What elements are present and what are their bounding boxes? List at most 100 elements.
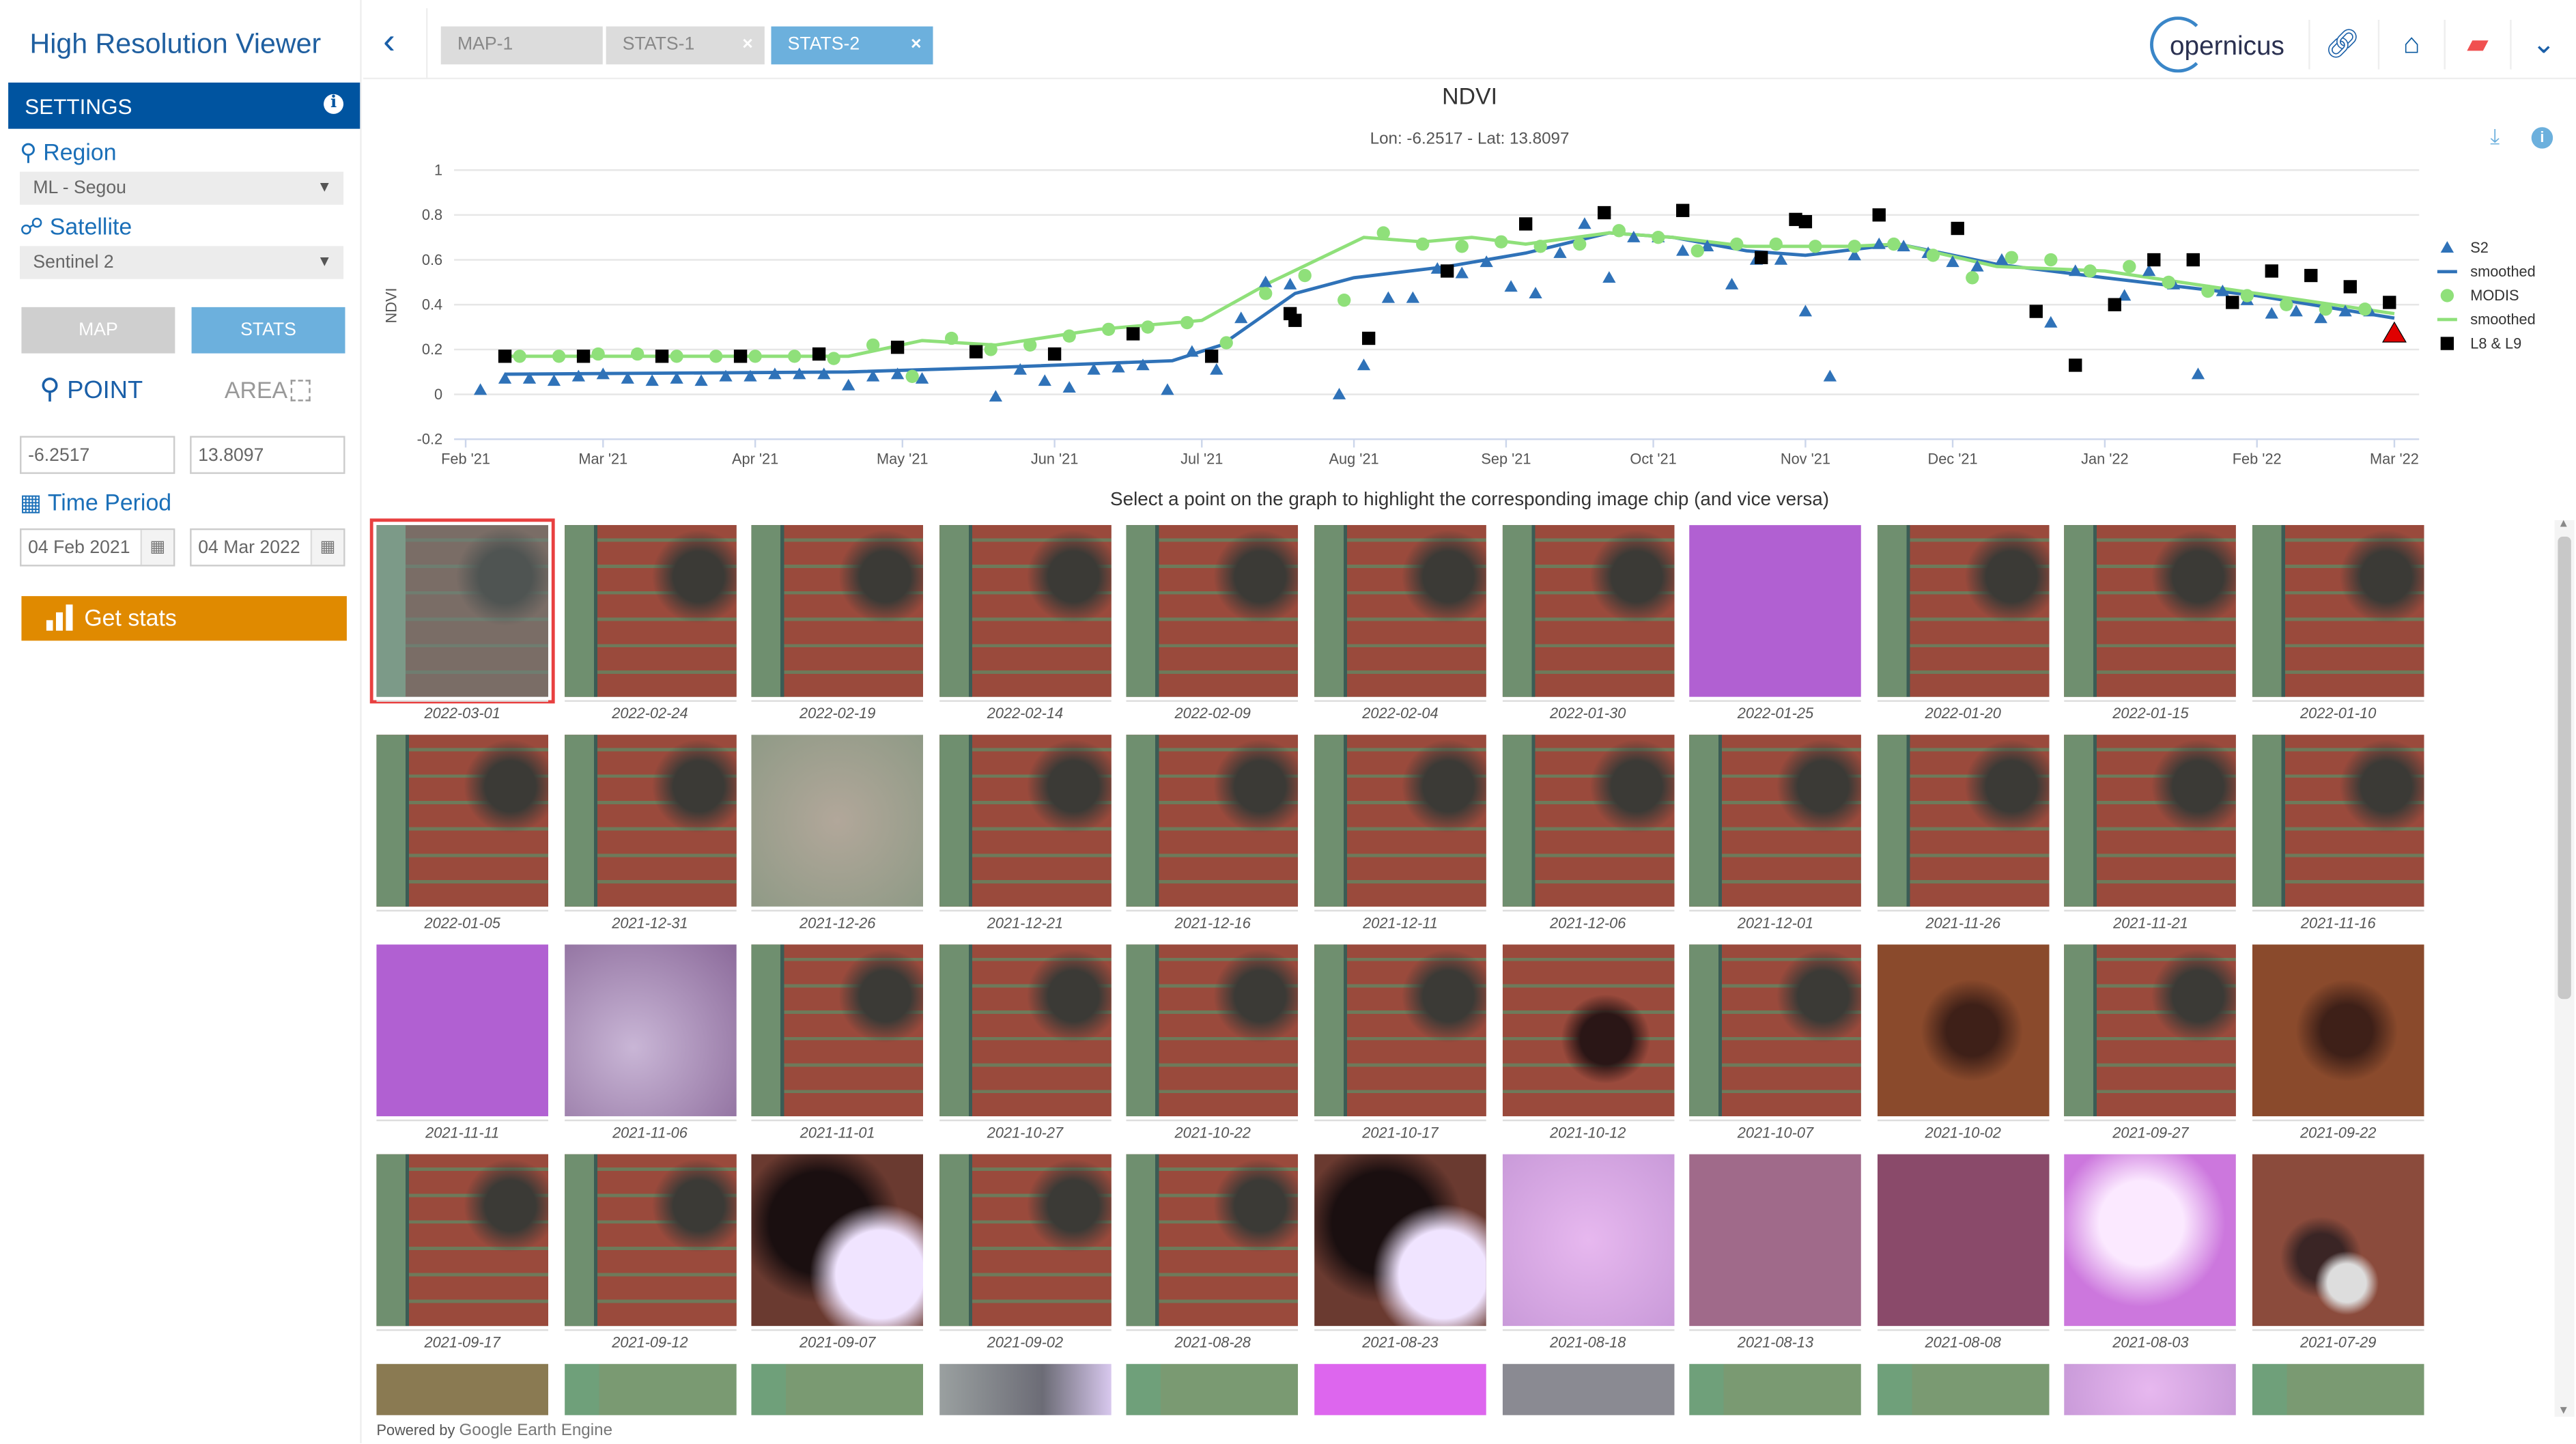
data-point-modis[interactable]: [787, 350, 802, 363]
data-point-modis[interactable]: [1533, 240, 1547, 253]
data-point-modis[interactable]: [591, 347, 605, 361]
image-chip[interactable]: [939, 944, 1112, 1116]
data-point-modis[interactable]: [1259, 287, 1273, 300]
date-to-input[interactable]: 04 Mar 2022 ▦: [190, 528, 345, 567]
image-chip[interactable]: [376, 1363, 548, 1415]
data-point-l8-l9[interactable]: [1676, 203, 1690, 217]
image-chip[interactable]: [1689, 1363, 1862, 1415]
data-point-modis[interactable]: [1416, 237, 1430, 251]
data-point-modis[interactable]: [1887, 237, 1901, 251]
image-chip[interactable]: [1689, 525, 1862, 697]
tab-stats-1[interactable]: STATS-1 ×: [606, 26, 765, 65]
close-icon[interactable]: ×: [742, 35, 753, 55]
data-point-s2[interactable]: [1283, 277, 1297, 289]
data-point-s2[interactable]: [1725, 277, 1739, 289]
legend-item[interactable]: S2: [2440, 239, 2489, 256]
data-point-s2[interactable]: [1234, 311, 1248, 324]
data-point-l8-l9[interactable]: [1519, 217, 1533, 231]
data-point-l8-l9[interactable]: [1872, 208, 1886, 222]
image-chip[interactable]: [1877, 1154, 2049, 1327]
image-chip[interactable]: [1314, 944, 1486, 1116]
image-chip[interactable]: [1689, 735, 1862, 907]
scrollbar-thumb[interactable]: [2558, 537, 2571, 1000]
data-point-modis[interactable]: [1141, 320, 1155, 334]
data-point-s2[interactable]: [694, 374, 708, 386]
data-point-l8-l9[interactable]: [1755, 251, 1768, 264]
image-chip[interactable]: [1877, 525, 2049, 697]
scroll-down-icon[interactable]: ▼: [2558, 1405, 2569, 1417]
data-point-modis[interactable]: [1298, 268, 1312, 283]
image-chip[interactable]: [2065, 1154, 2237, 1327]
data-point-s2[interactable]: [1185, 345, 1199, 357]
image-chip[interactable]: [751, 525, 924, 697]
data-point-modis[interactable]: [2083, 264, 2097, 278]
data-point-modis[interactable]: [2005, 251, 2018, 264]
google-earth-engine-logo[interactable]: Google Earth Engine: [459, 1421, 612, 1440]
image-chip[interactable]: [2252, 1363, 2424, 1415]
data-point-modis[interactable]: [1809, 240, 1822, 253]
legend-marker[interactable]: [2440, 337, 2454, 350]
image-chip[interactable]: [2065, 735, 2237, 907]
data-point-l8-l9[interactable]: [2343, 280, 2357, 294]
book-reader-icon[interactable]: ▰: [2444, 20, 2510, 70]
data-point-modis[interactable]: [513, 350, 526, 363]
image-chip[interactable]: [1127, 1363, 1299, 1415]
link-icon[interactable]: 🔗︎: [2308, 20, 2375, 70]
data-point-modis[interactable]: [1102, 322, 1116, 337]
data-point-s2[interactable]: [1062, 381, 1076, 393]
image-chip[interactable]: [1501, 735, 1674, 907]
legend-marker[interactable]: [2440, 289, 2454, 302]
tab-map-1[interactable]: MAP-1: [440, 26, 603, 65]
data-point-l8-l9[interactable]: [969, 345, 983, 358]
image-chip[interactable]: [1127, 1154, 1299, 1327]
data-point-l8-l9[interactable]: [2186, 253, 2200, 267]
data-point-modis[interactable]: [2201, 284, 2215, 298]
data-point-s2[interactable]: [1161, 383, 1174, 395]
copernicus-logo[interactable]: opernicus: [2150, 16, 2299, 73]
data-point-modis[interactable]: [709, 350, 723, 363]
image-chip[interactable]: [751, 735, 924, 907]
data-point-modis[interactable]: [1337, 293, 1351, 307]
data-point-modis[interactable]: [1730, 237, 1744, 251]
get-stats-button[interactable]: Get stats: [21, 596, 347, 641]
data-point-l8-l9[interactable]: [655, 350, 669, 363]
data-point-l8-l9[interactable]: [1047, 347, 1062, 361]
image-chip[interactable]: [1127, 735, 1299, 907]
data-point-l8-l9[interactable]: [1598, 206, 1611, 220]
image-chip[interactable]: [1501, 1154, 1674, 1327]
data-point-modis[interactable]: [1690, 244, 1704, 258]
data-point-l8-l9[interactable]: [1440, 264, 1454, 278]
data-point-s2[interactable]: [1406, 291, 1420, 303]
image-chip[interactable]: [376, 1154, 548, 1327]
chevron-down-icon[interactable]: ⌄: [2510, 20, 2576, 70]
data-point-modis[interactable]: [1966, 271, 1979, 285]
data-point-l8-l9[interactable]: [1126, 327, 1140, 341]
collapse-sidebar-button[interactable]: ‹: [383, 20, 395, 63]
image-chip[interactable]: [564, 1154, 736, 1327]
data-point-modis[interactable]: [1455, 240, 1469, 253]
image-chip[interactable]: [2252, 944, 2424, 1116]
image-chip[interactable]: [939, 735, 1112, 907]
satellite-select[interactable]: Sentinel 2 ▼: [20, 246, 344, 279]
data-point-modis[interactable]: [748, 350, 762, 363]
data-point-s2[interactable]: [1553, 246, 1567, 258]
image-chip[interactable]: [564, 735, 736, 907]
data-point-s2[interactable]: [1529, 287, 1542, 299]
data-point-l8-l9[interactable]: [2265, 264, 2278, 278]
data-point-modis[interactable]: [552, 350, 566, 363]
data-point-l8-l9[interactable]: [1951, 221, 1964, 236]
image-chip[interactable]: [376, 735, 548, 907]
point-mode[interactable]: ⚲ POINT: [40, 373, 143, 406]
image-chip[interactable]: [2252, 735, 2424, 907]
data-point-modis[interactable]: [984, 343, 997, 356]
data-point-s2[interactable]: [1823, 369, 1837, 382]
image-chip[interactable]: [751, 944, 924, 1116]
image-chip[interactable]: [369, 518, 555, 704]
info-icon[interactable]: i: [324, 94, 344, 114]
data-point-modis[interactable]: [2162, 275, 2175, 289]
data-point-s2[interactable]: [2044, 315, 2058, 328]
data-point-s2[interactable]: [1038, 374, 1051, 386]
data-point-l8-l9[interactable]: [1798, 215, 1813, 229]
image-chip[interactable]: [1314, 735, 1486, 907]
data-point-modis[interactable]: [1926, 249, 1940, 262]
